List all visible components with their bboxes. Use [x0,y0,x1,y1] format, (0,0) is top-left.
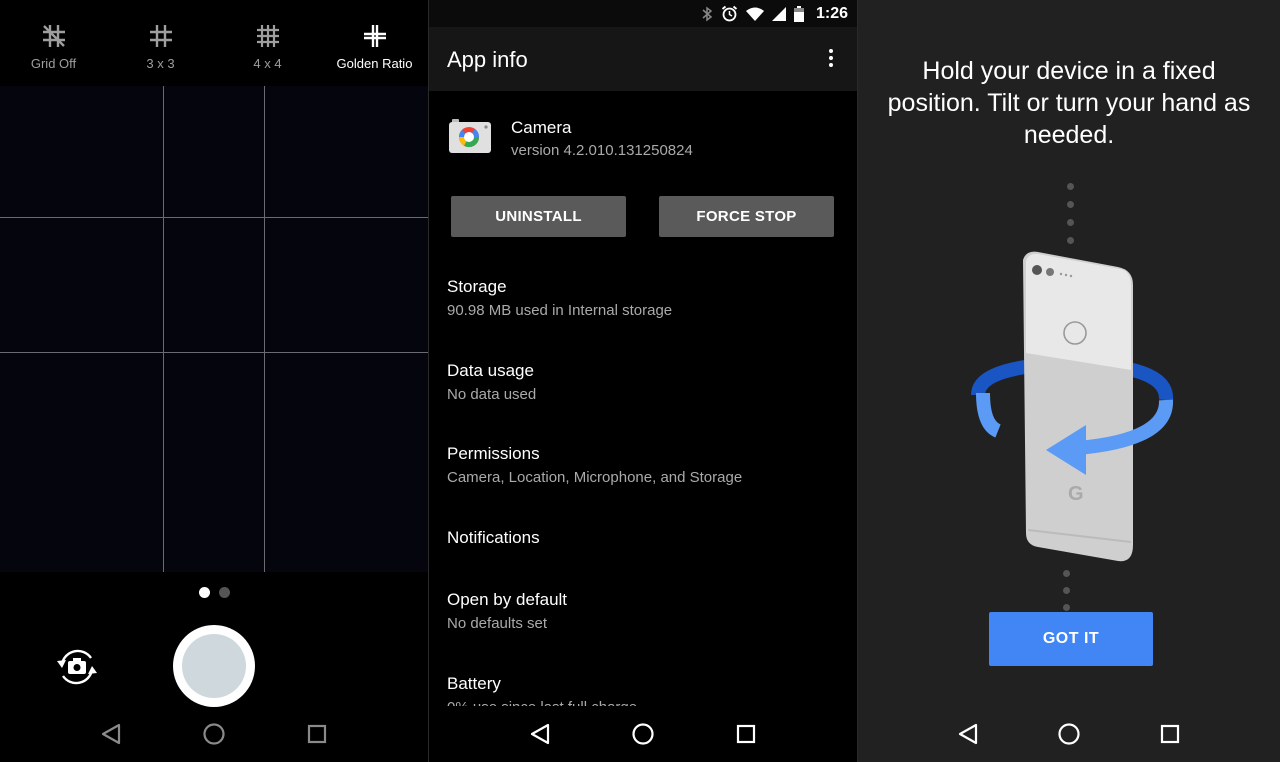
settings-item-title: Battery [447,674,501,693]
guide-dot [1067,237,1074,244]
settings-list: Storage 90.98 MB used in Internal storag… [429,260,857,706]
home-icon [203,723,225,745]
force-stop-button[interactable]: FORCE STOP [659,196,834,237]
grid-option-label: 3 x 3 [146,56,175,71]
home-button[interactable] [194,714,234,754]
guide-dot [1067,201,1074,208]
home-button[interactable] [623,714,663,754]
guide-dot [1063,604,1070,611]
settings-item-title: Permissions [447,444,540,463]
settings-item-storage[interactable]: Storage 90.98 MB used in Internal storag… [447,277,847,319]
guide-dot [1067,183,1074,190]
bluetooth-icon [702,6,713,21]
grid-4x4-icon [256,25,279,47]
recents-button[interactable] [297,714,337,754]
got-it-button[interactable]: GOT IT [989,612,1153,666]
grid-options-bar: Grid Off 3 x 3 4 x 4 Golden Ratio [0,0,428,86]
home-icon [1058,723,1080,745]
grid-line [264,86,265,572]
app-name: Camera [511,118,572,137]
rotation-ring-front [976,392,1002,438]
app-version: version 4.2.010.131250824 [511,142,693,159]
back-button[interactable] [948,714,988,754]
guide-dot [1067,219,1074,226]
navigation-bar [429,706,857,762]
home-icon [632,723,654,745]
settings-item-title: Data usage [447,361,534,380]
back-button[interactable] [520,714,560,754]
grid-option-label: 4 x 4 [253,56,282,71]
grid-option-label: Golden Ratio [336,56,413,71]
more-options-button[interactable] [819,47,843,71]
shutter-inner [182,634,246,698]
status-time: 1:26 [815,4,848,22]
settings-item-open-by-default[interactable]: Open by default No defaults set [447,590,847,632]
settings-item-subtitle: No data used [447,386,537,403]
guide-dot [1063,587,1070,594]
settings-item-title: Notifications [447,528,540,547]
grid-golden-ratio-icon [363,25,386,47]
page-dot [218,587,230,598]
camera-panel: Grid Off 3 x 3 4 x 4 Golden Ratio [0,0,428,762]
grid-option-4x4[interactable]: 4 x 4 [214,0,321,86]
grid-3x3-icon [149,25,172,47]
grid-option-golden-ratio[interactable]: Golden Ratio [321,0,428,86]
navigation-bar [858,706,1280,762]
switch-camera-icon [57,649,97,685]
grid-option-off[interactable]: Grid Off [0,0,107,86]
alarm-icon [721,5,738,22]
phone-camera-lens [1032,265,1042,275]
recents-icon [736,724,755,744]
navigation-bar [0,706,428,762]
status-bar: 1:26 [429,0,857,27]
shutter-button[interactable] [173,625,255,707]
back-icon [531,723,550,745]
grid-line [163,86,164,572]
app-info-panel: 1:26 App info Camera version 4.2.010.131… [429,0,857,762]
back-icon [959,723,978,745]
uninstall-button[interactable]: UNINSTALL [451,196,626,237]
recents-button[interactable] [726,714,766,754]
settings-item-data-usage[interactable]: Data usage No data used [447,361,847,403]
google-logo: G [1068,483,1084,505]
more-vert-icon [829,49,833,67]
back-icon [102,723,121,745]
switch-camera-button[interactable] [54,644,100,690]
recents-icon [1160,724,1179,744]
grid-line [0,352,428,353]
grid-option-3x3[interactable]: 3 x 3 [107,0,214,86]
app-header: Camera version 4.2.010.131250824 [447,111,847,161]
page-dot-active [198,587,210,598]
battery-icon [793,5,804,22]
grid-option-label: Grid Off [30,56,77,71]
grid-off-icon [42,25,65,47]
settings-item-subtitle: Camera, Location, Microphone, and Storag… [447,469,743,486]
app-bar: App info [429,27,857,91]
settings-item-subtitle: No defaults set [447,615,548,632]
back-button[interactable] [91,714,131,754]
mode-page-indicator [0,587,428,598]
tutorial-panel: Hold your device in a fixed position. Ti… [858,0,1280,762]
settings-item-subtitle: 90.98 MB used in Internal storage [447,302,673,319]
cell-signal-icon [771,6,786,21]
grid-line [0,217,428,218]
camera-viewfinder[interactable] [0,86,428,572]
recents-button[interactable] [1150,714,1190,754]
settings-item-subtitle: 0% use since last full charge [447,699,847,706]
wifi-icon [745,7,764,21]
recents-icon [307,724,326,744]
settings-item-title: Storage [447,277,507,296]
home-button[interactable] [1049,714,1089,754]
page-title: App info [447,47,528,72]
settings-item-permissions[interactable]: Permissions Camera, Location, Microphone… [447,444,847,486]
settings-item-battery[interactable]: Battery 0% use since last full charge [447,674,847,706]
settings-item-notifications[interactable]: Notifications [447,528,847,548]
camera-app-icon [449,119,491,153]
tutorial-message: Hold your device in a fixed position. Ti… [887,57,1251,149]
rotate-phone-illustration: G [971,251,1173,562]
settings-item-title: Open by default [447,590,568,609]
